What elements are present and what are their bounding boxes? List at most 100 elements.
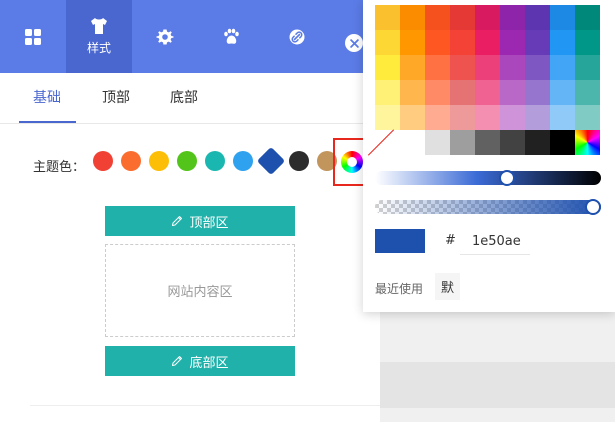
palette-color-cell[interactable] [525,55,550,80]
theme-swatch[interactable] [149,151,169,171]
theme-swatch[interactable] [93,151,113,171]
preview-header-bar[interactable]: 顶部区 [105,206,295,236]
palette-color-cell[interactable] [450,130,475,155]
hue-slider[interactable] [375,170,601,186]
palette-color-cell[interactable] [375,105,400,130]
color-palette-grid [375,5,600,155]
shirt-icon [91,18,107,34]
palette-color-cell[interactable] [375,80,400,105]
preview-content-area: 网站内容区 [105,244,295,337]
palette-color-cell[interactable] [550,130,575,155]
palette-color-cell[interactable] [400,130,425,155]
palette-color-cell[interactable] [375,5,400,30]
palette-color-cell[interactable] [450,5,475,30]
palette-color-cell[interactable] [450,30,475,55]
palette-color-cell[interactable] [450,55,475,80]
paw-icon [224,28,239,44]
palette-color-cell[interactable] [500,130,525,155]
nav-layout[interactable] [0,0,66,73]
palette-color-cell[interactable] [550,80,575,105]
palette-color-cell[interactable] [375,55,400,80]
palette-color-cell[interactable] [550,30,575,55]
divider [30,405,380,406]
alpha-slider-thumb[interactable] [585,199,601,215]
palette-color-cell[interactable] [400,5,425,30]
palette-color-cell[interactable] [500,105,525,130]
palette-color-cell[interactable] [475,30,500,55]
palette-color-cell[interactable] [475,105,500,130]
recent-color-item[interactable]: 默 [435,273,460,300]
theme-swatch[interactable] [121,151,141,171]
recent-colors-label: 最近使用 [375,282,424,296]
palette-color-cell[interactable] [525,130,550,155]
theme-swatch[interactable] [233,151,253,171]
palette-color-cell[interactable] [500,55,525,80]
color-wheel-icon [341,151,363,173]
palette-color-cell[interactable] [575,105,600,130]
preview-header-label: 顶部区 [189,215,229,231]
palette-color-cell[interactable] [550,55,575,80]
palette-color-cell[interactable] [400,55,425,80]
theme-swatch[interactable] [205,151,225,171]
theme-swatch-selected[interactable] [256,146,286,176]
palette-color-cell[interactable] [400,30,425,55]
nav-style[interactable]: 样式 [66,0,132,73]
top-toolbar: 样式 [0,0,380,73]
palette-color-cell[interactable] [425,30,450,55]
palette-color-cell[interactable] [500,30,525,55]
preview-footer-label: 底部区 [189,355,229,371]
palette-color-cell[interactable] [525,5,550,30]
current-color-preview [375,229,425,253]
tab-bottom[interactable]: 底部 [170,73,198,124]
tab-basic[interactable]: 基础 [33,73,61,124]
palette-color-cell[interactable] [425,80,450,105]
palette-color-cell[interactable] [475,55,500,80]
gear-icon [156,29,174,44]
close-button[interactable] [345,34,363,52]
tab-top[interactable]: 顶部 [102,73,130,124]
hue-slider-thumb[interactable] [498,170,515,186]
theme-swatch[interactable] [177,151,197,171]
palette-color-cell[interactable] [425,5,450,30]
hex-hash-label: # [445,233,456,248]
theme-color-label: 主题色： [33,160,86,175]
palette-color-cell[interactable] [500,80,525,105]
palette-color-cell[interactable] [575,55,600,80]
palette-color-cell[interactable] [575,5,600,30]
palette-color-cell[interactable] [550,5,575,30]
palette-color-cell[interactable] [400,105,425,130]
grid-icon [25,28,41,45]
nav-pets[interactable] [198,0,264,73]
nav-link[interactable] [264,0,330,73]
palette-color-cell[interactable] [575,80,600,105]
palette-color-cell[interactable] [550,105,575,130]
pencil-icon [172,356,183,366]
tab-bar: 基础 顶部 底部 [0,73,380,124]
palette-color-cell[interactable] [475,5,500,30]
palette-color-cell[interactable] [525,80,550,105]
nav-settings[interactable] [132,0,198,73]
palette-color-cell[interactable] [475,130,500,155]
palette-color-cell[interactable] [425,55,450,80]
palette-color-cell[interactable] [525,30,550,55]
palette-transparent-cell[interactable] [375,130,400,155]
nav-style-label: 样式 [86,41,111,55]
close-icon [349,38,359,48]
palette-custom-cell[interactable] [575,130,600,155]
palette-color-cell[interactable] [375,30,400,55]
palette-color-cell[interactable] [450,105,475,130]
alpha-slider[interactable] [375,199,601,215]
hex-input[interactable] [460,229,530,255]
palette-color-cell[interactable] [575,30,600,55]
palette-color-cell[interactable] [425,105,450,130]
palette-color-cell[interactable] [525,105,550,130]
active-tab-indicator [19,121,76,123]
palette-color-cell[interactable] [400,80,425,105]
theme-swatch[interactable] [289,151,309,171]
palette-color-cell[interactable] [425,130,450,155]
preview-footer-bar[interactable]: 底部区 [105,346,295,376]
settings-panel: 样式 基础 顶部 底部 主题色： 顶部区 网站内容区 底部区 [0,0,380,422]
palette-color-cell[interactable] [500,5,525,30]
palette-color-cell[interactable] [475,80,500,105]
palette-color-cell[interactable] [450,80,475,105]
